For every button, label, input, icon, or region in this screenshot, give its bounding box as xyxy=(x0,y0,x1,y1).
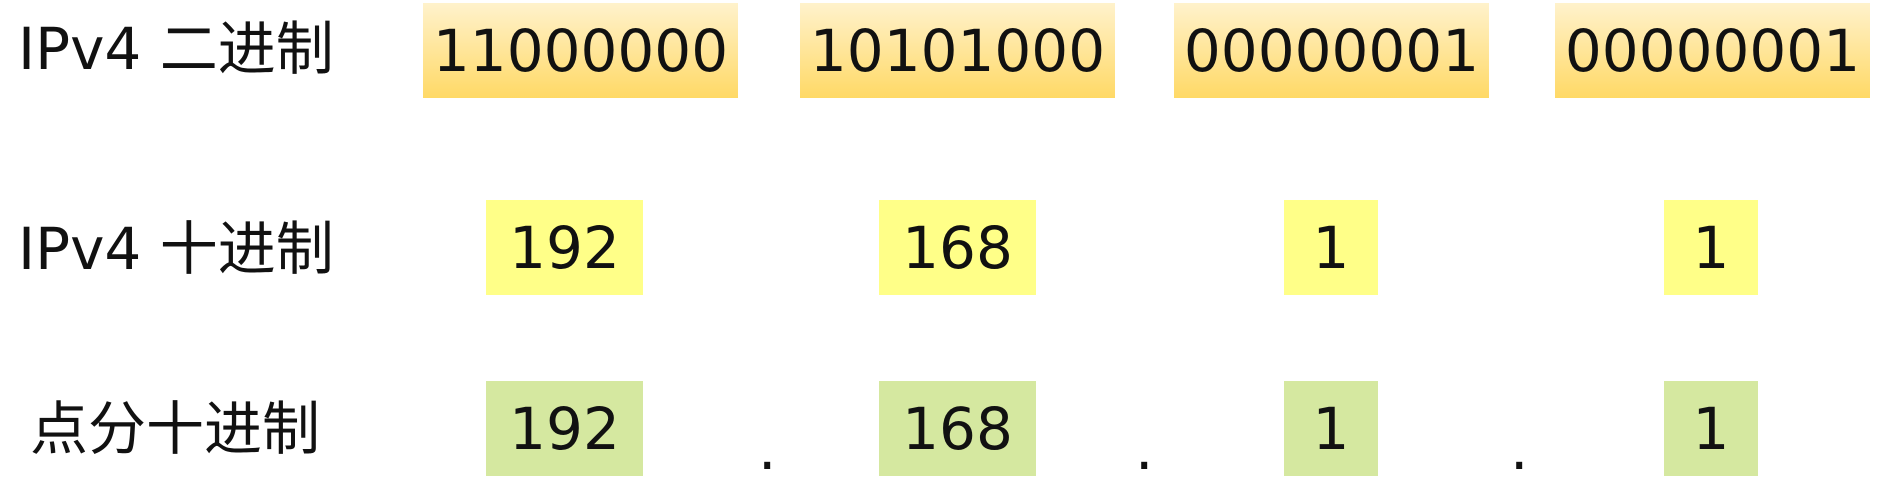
dotted-row-label: 点分十进制 xyxy=(30,395,321,463)
binary-octet-1: 11000000 xyxy=(423,3,738,98)
binary-octet-4: 00000001 xyxy=(1555,3,1870,98)
dotted-octet-1: 192 xyxy=(486,381,643,476)
binary-octet-2: 10101000 xyxy=(800,3,1115,98)
decimal-row-label: IPv4 十进制 xyxy=(18,215,334,283)
dot-separator-3: . xyxy=(1510,415,1529,483)
dotted-octet-2: 168 xyxy=(879,381,1036,476)
binary-octet-3: 00000001 xyxy=(1174,3,1489,98)
decimal-octet-4: 1 xyxy=(1664,200,1758,295)
dot-separator-2: . xyxy=(1135,415,1154,483)
dot-separator-1: . xyxy=(758,415,777,483)
decimal-octet-1: 192 xyxy=(486,200,643,295)
decimal-octet-3: 1 xyxy=(1284,200,1378,295)
dotted-octet-3: 1 xyxy=(1284,381,1378,476)
binary-row-label: IPv4 二进制 xyxy=(18,15,334,83)
dotted-octet-4: 1 xyxy=(1664,381,1758,476)
decimal-octet-2: 168 xyxy=(879,200,1036,295)
